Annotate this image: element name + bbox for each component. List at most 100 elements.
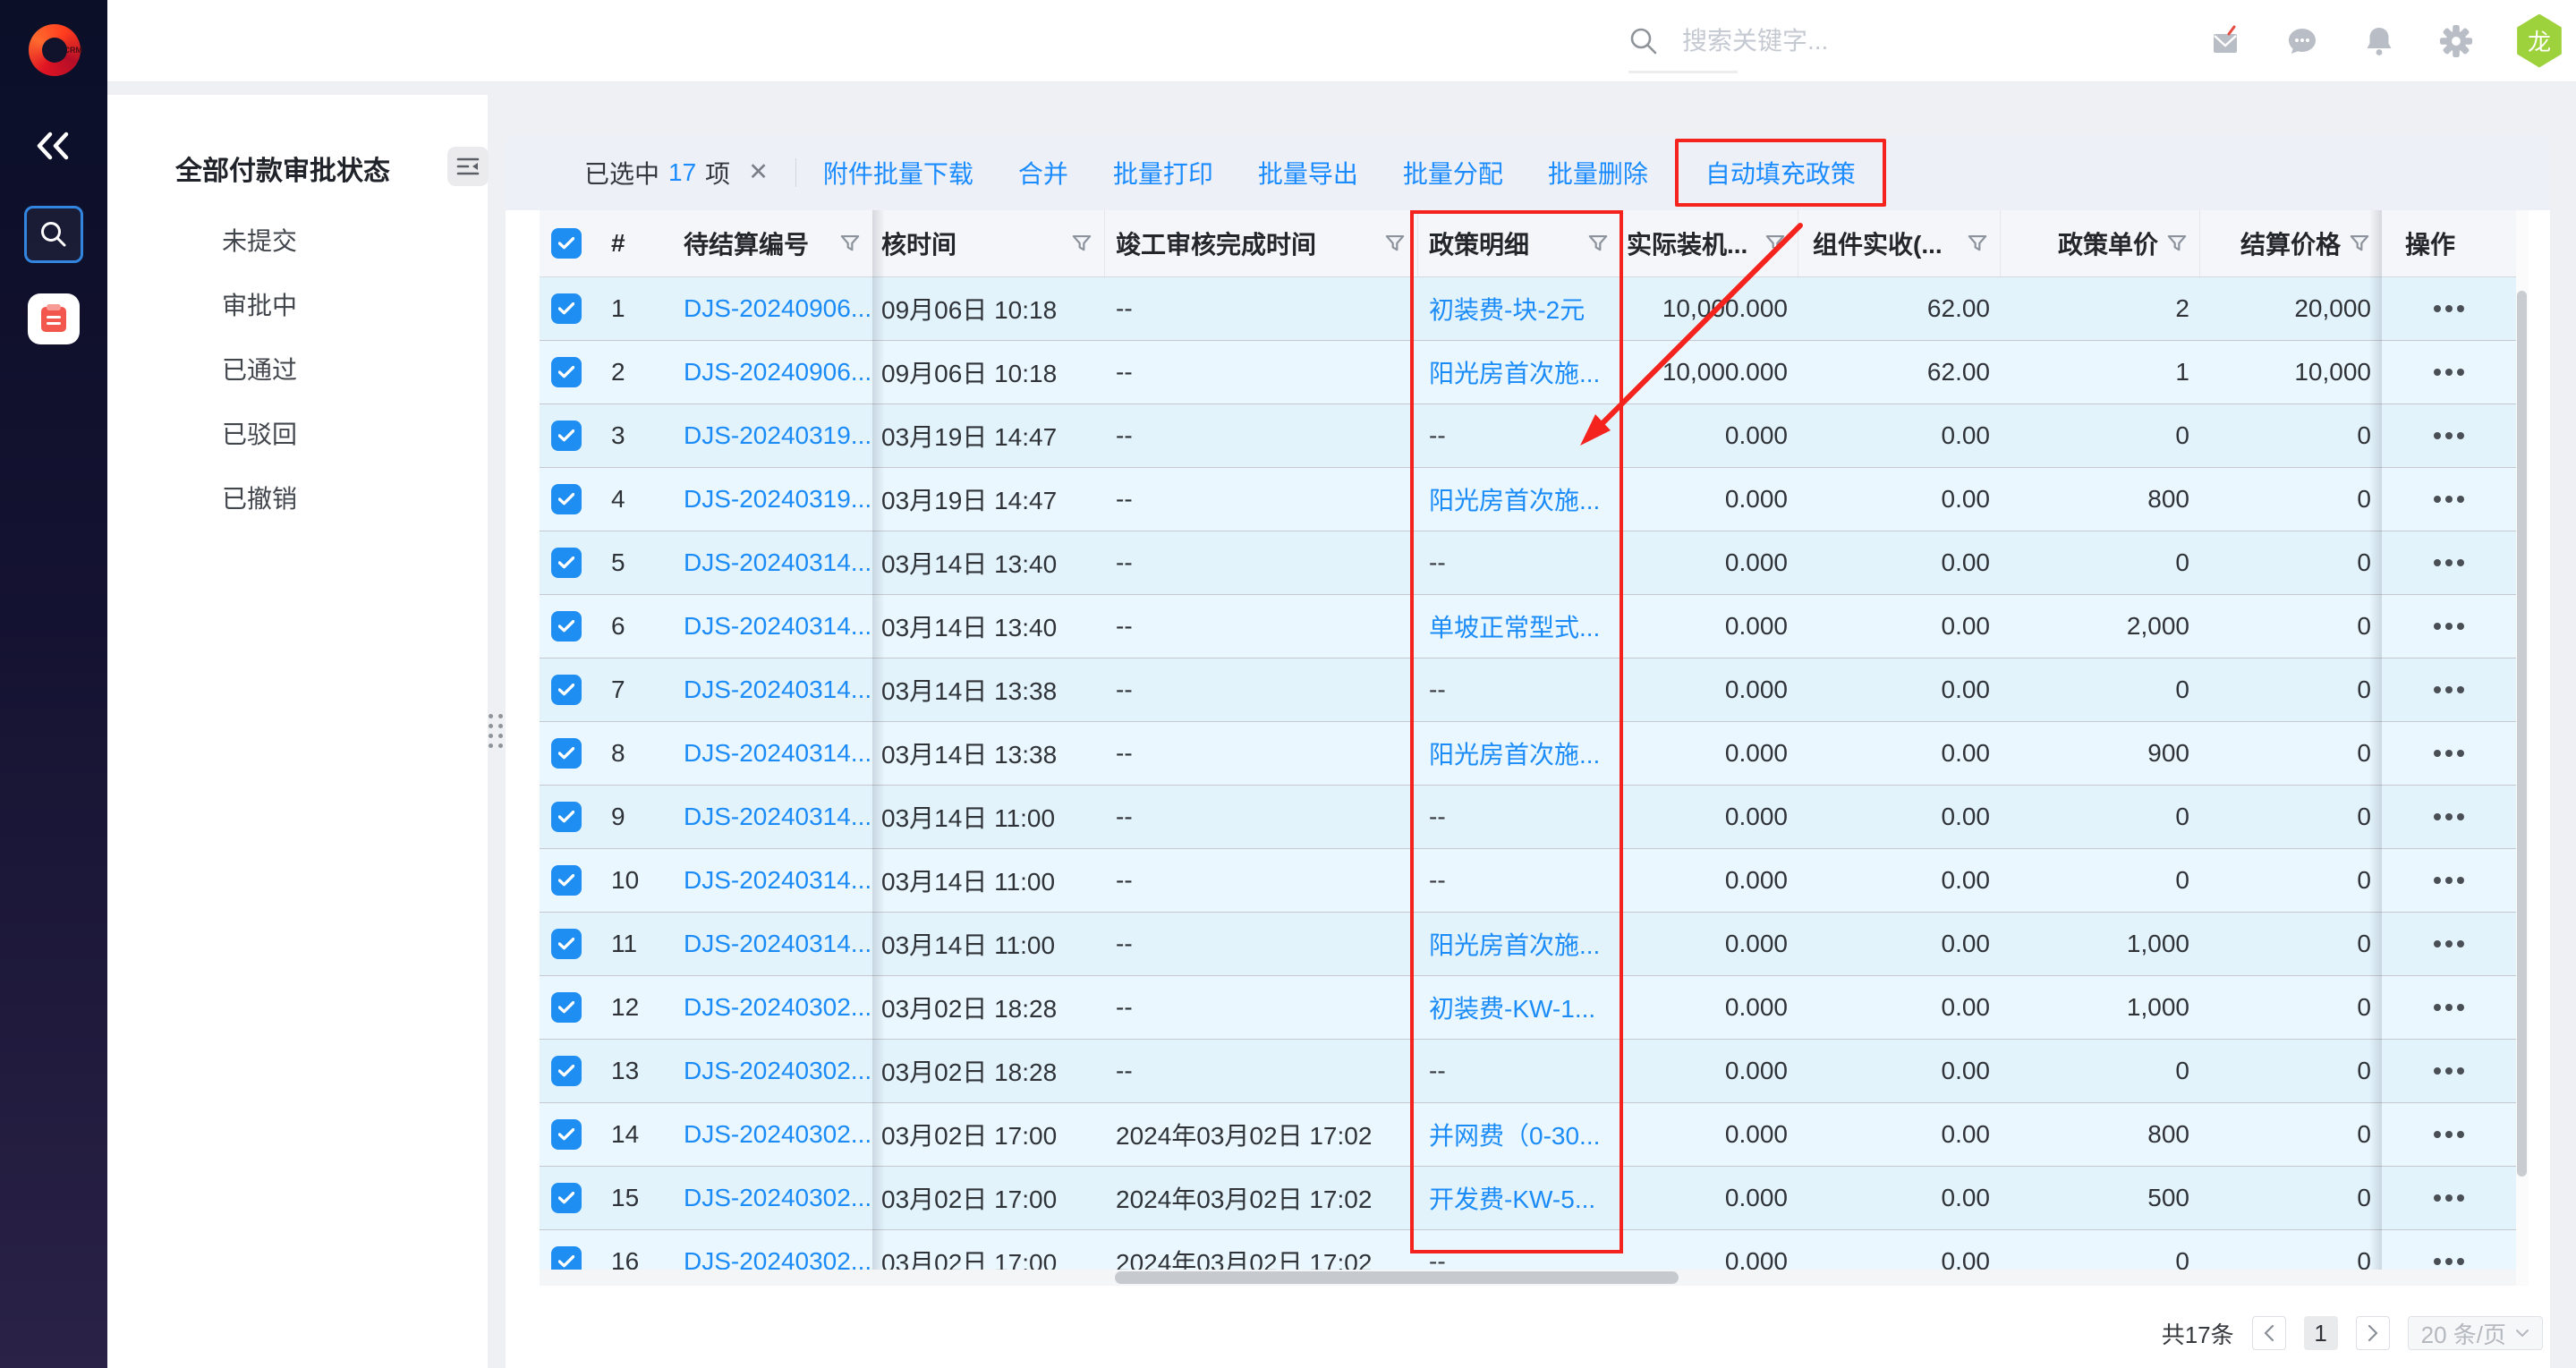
- filter-icon[interactable]: [2350, 234, 2369, 252]
- row-checkbox[interactable]: [551, 548, 582, 578]
- more-actions-button[interactable]: [2434, 305, 2441, 312]
- more-actions-button[interactable]: [2434, 432, 2441, 439]
- settlement-id-link[interactable]: DJS-20240906...: [684, 358, 871, 387]
- row-checkbox[interactable]: [551, 1056, 582, 1086]
- toolbar-action-link[interactable]: 批量分配: [1403, 155, 1503, 191]
- clear-selection-button[interactable]: ✕: [748, 158, 769, 186]
- row-checkbox[interactable]: [551, 738, 582, 769]
- policy-detail-link[interactable]: --: [1429, 676, 1446, 704]
- policy-detail-link[interactable]: --: [1429, 803, 1446, 831]
- policy-detail-link[interactable]: 初装费-块-2元: [1429, 291, 1585, 327]
- status-list-item[interactable]: 审批中: [107, 272, 488, 336]
- filter-icon[interactable]: [2167, 234, 2187, 252]
- filter-icon[interactable]: [1968, 234, 1987, 252]
- policy-detail-link[interactable]: 阳光房首次施...: [1429, 926, 1600, 962]
- row-checkbox[interactable]: [551, 1183, 582, 1213]
- settlement-id-link[interactable]: DJS-20240314...: [684, 739, 871, 768]
- collapse-sidebar-icon[interactable]: [0, 123, 107, 168]
- current-page-button[interactable]: 1: [2304, 1316, 2338, 1350]
- bell-icon[interactable]: [2361, 23, 2397, 59]
- rail-tasks-button[interactable]: [28, 293, 80, 344]
- row-checkbox[interactable]: [551, 484, 582, 514]
- toolbar-action-link[interactable]: 批量导出: [1258, 155, 1358, 191]
- settlement-id-link[interactable]: DJS-20240302...: [684, 1057, 871, 1085]
- horizontal-scrollbar-thumb[interactable]: [1115, 1271, 1679, 1284]
- status-list-item[interactable]: 已驳回: [107, 401, 488, 465]
- settlement-id-link[interactable]: DJS-20240302...: [684, 993, 871, 1022]
- toolbar-action-link[interactable]: 合并: [1018, 155, 1068, 191]
- settlement-id-link[interactable]: DJS-20240314...: [684, 866, 871, 895]
- status-list-item[interactable]: 已通过: [107, 336, 488, 401]
- more-actions-button[interactable]: [2434, 1194, 2441, 1202]
- settlement-id-link[interactable]: DJS-20240319...: [684, 421, 871, 450]
- policy-detail-link[interactable]: 阳光房首次施...: [1429, 735, 1600, 771]
- more-actions-button[interactable]: [2434, 1067, 2441, 1075]
- status-list-item[interactable]: 已撤销: [107, 465, 488, 530]
- more-actions-button[interactable]: [2434, 750, 2441, 757]
- more-actions-button[interactable]: [2434, 813, 2441, 820]
- vertical-scrollbar-thumb[interactable]: [2517, 291, 2527, 1177]
- more-actions-button[interactable]: [2434, 1258, 2441, 1265]
- filter-icon[interactable]: [1385, 234, 1405, 252]
- settlement-id-link[interactable]: DJS-20240319...: [684, 485, 871, 514]
- select-all-checkbox[interactable]: [551, 228, 582, 259]
- more-actions-button[interactable]: [2434, 686, 2441, 693]
- mail-icon[interactable]: [2207, 23, 2243, 59]
- more-actions-button[interactable]: [2434, 369, 2441, 376]
- row-checkbox[interactable]: [551, 865, 582, 896]
- more-actions-button[interactable]: [2434, 940, 2441, 947]
- more-actions-button[interactable]: [2434, 559, 2441, 566]
- policy-detail-link[interactable]: --: [1429, 421, 1446, 450]
- policy-detail-link[interactable]: --: [1429, 548, 1446, 577]
- chat-icon[interactable]: [2284, 23, 2320, 59]
- policy-detail-link[interactable]: --: [1429, 866, 1446, 895]
- status-list-item[interactable]: 未提交: [107, 208, 488, 272]
- policy-detail-link[interactable]: 阳光房首次施...: [1429, 354, 1600, 390]
- panel-collapse-button[interactable]: [447, 147, 489, 186]
- panel-resize-handle[interactable]: [489, 714, 506, 748]
- user-avatar[interactable]: 龙: [2515, 14, 2563, 68]
- more-actions-button[interactable]: [2434, 496, 2441, 503]
- row-checkbox[interactable]: [551, 802, 582, 832]
- row-checkbox[interactable]: [551, 1119, 582, 1150]
- row-checkbox[interactable]: [551, 992, 582, 1023]
- toolbar-action-link[interactable]: 批量删除: [1548, 155, 1648, 191]
- policy-detail-link[interactable]: 阳光房首次施...: [1429, 481, 1600, 517]
- row-checkbox[interactable]: [551, 675, 582, 705]
- settlement-id-link[interactable]: DJS-20240314...: [684, 676, 871, 704]
- settlement-id-link[interactable]: DJS-20240314...: [684, 930, 871, 958]
- row-checkbox[interactable]: [551, 357, 582, 387]
- policy-detail-link[interactable]: 并网费（0-30...: [1429, 1117, 1600, 1152]
- filter-icon[interactable]: [840, 234, 860, 252]
- row-checkbox[interactable]: [551, 293, 582, 324]
- page-size-select[interactable]: 20 条/页: [2408, 1316, 2543, 1350]
- policy-detail-link[interactable]: 开发费-KW-5...: [1429, 1180, 1595, 1216]
- filter-icon[interactable]: [1072, 234, 1092, 252]
- more-actions-button[interactable]: [2434, 623, 2441, 630]
- policy-detail-link[interactable]: 初装费-KW-1...: [1429, 990, 1595, 1025]
- settlement-id-link[interactable]: DJS-20240302...: [684, 1184, 871, 1212]
- prev-page-button[interactable]: [2252, 1316, 2286, 1350]
- filter-icon[interactable]: [1588, 234, 1608, 252]
- row-checkbox[interactable]: [551, 929, 582, 959]
- next-page-button[interactable]: [2356, 1316, 2390, 1350]
- settlement-id-link[interactable]: DJS-20240906...: [684, 294, 871, 323]
- row-checkbox[interactable]: [551, 421, 582, 451]
- more-actions-button[interactable]: [2434, 1004, 2441, 1011]
- filter-icon[interactable]: [1765, 234, 1785, 252]
- search-icon[interactable]: [1628, 26, 1659, 56]
- policy-detail-link[interactable]: 单坡正常型式...: [1429, 608, 1600, 644]
- search-input[interactable]: [1680, 26, 2056, 56]
- settlement-id-link[interactable]: DJS-20240314...: [684, 803, 871, 831]
- settlement-id-link[interactable]: DJS-20240314...: [684, 612, 871, 641]
- settlement-id-link[interactable]: DJS-20240302...: [684, 1120, 871, 1149]
- toolbar-action-link[interactable]: 附件批量下载: [823, 155, 973, 191]
- policy-detail-link[interactable]: --: [1429, 1057, 1446, 1085]
- gear-icon[interactable]: [2438, 23, 2474, 59]
- settlement-id-link[interactable]: DJS-20240314...: [684, 548, 871, 577]
- toolbar-action-link[interactable]: 批量打印: [1113, 155, 1213, 191]
- auto-fill-policy-button[interactable]: 自动填充政策: [1675, 139, 1886, 207]
- more-actions-button[interactable]: [2434, 877, 2441, 884]
- rail-search-button[interactable]: [24, 206, 83, 263]
- row-checkbox[interactable]: [551, 611, 582, 642]
